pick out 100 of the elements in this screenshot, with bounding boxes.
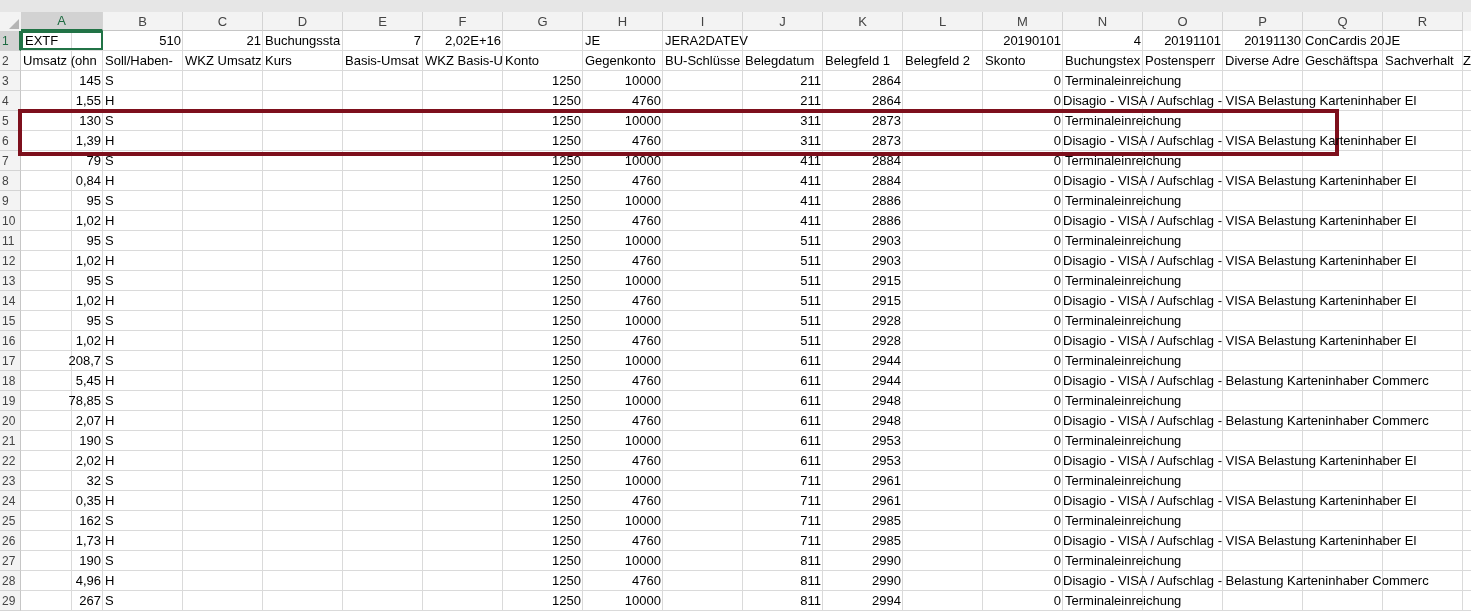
cell-value: 0: [1053, 573, 1061, 588]
column-header[interactable]: A: [21, 12, 103, 31]
row-header[interactable]: 12: [0, 251, 21, 271]
cell-value: Terminaleinreichung: [1065, 73, 1182, 88]
cell-value: WKZ Basis-U: [425, 53, 503, 68]
cell-value: 1,02: [75, 253, 101, 268]
cell-value: 267: [79, 593, 101, 608]
cell-value: 2953: [872, 433, 901, 448]
row-header[interactable]: 20: [0, 411, 21, 431]
cell-value: 811: [800, 573, 821, 588]
row-header[interactable]: 23: [0, 471, 21, 491]
cell-value: 611: [800, 393, 821, 408]
row-header[interactable]: 13: [0, 271, 21, 291]
cell-value: 2,07: [75, 413, 101, 428]
cell-value: Z: [1463, 53, 1471, 68]
cell-value: S: [105, 353, 114, 368]
row-header[interactable]: 10: [0, 211, 21, 231]
row-header[interactable]: 1: [0, 31, 21, 51]
cell-value: 10000: [624, 513, 661, 528]
cell-value: Terminaleinreichung: [1065, 473, 1182, 488]
row-header[interactable]: 2: [0, 51, 21, 71]
cell-value: 2915: [872, 273, 901, 288]
row-header[interactable]: 29: [0, 591, 21, 611]
row-header[interactable]: 15: [0, 311, 21, 331]
row-header[interactable]: 3: [0, 71, 21, 91]
column-header[interactable]: G: [503, 12, 583, 31]
cell-value: 95: [86, 273, 101, 288]
cell-value: BU-Schlüsse: [665, 53, 741, 68]
row-header[interactable]: 8: [0, 171, 21, 191]
cell-value: 1250: [552, 213, 581, 228]
row-header[interactable]: 14: [0, 291, 21, 311]
row-header[interactable]: 19: [0, 391, 21, 411]
cell-value: 20191130: [1244, 33, 1301, 48]
cell-value: 1250: [552, 373, 581, 388]
row-header[interactable]: 26: [0, 531, 21, 551]
row-header[interactable]: 27: [0, 551, 21, 571]
cell-value: 10000: [624, 113, 661, 128]
column-header[interactable]: K: [823, 12, 903, 31]
cell-value: 711: [800, 533, 821, 548]
column-header[interactable]: O: [1143, 12, 1223, 31]
column-header[interactable]: H: [583, 12, 663, 31]
cell-value: 1250: [552, 313, 581, 328]
cell-value: 0: [1053, 333, 1061, 348]
cell-value: 0: [1053, 493, 1061, 508]
cell-value: 1250: [552, 533, 581, 548]
cell-value: Terminaleinreichung: [1065, 553, 1182, 568]
column-header[interactable]: L: [903, 12, 983, 31]
cell-value: 1250: [552, 173, 581, 188]
cell-value: 0: [1053, 553, 1061, 568]
column-header[interactable]: M: [983, 12, 1063, 31]
cell-value: Buchungssta: [265, 33, 341, 48]
column-header[interactable]: N: [1063, 12, 1143, 31]
cell-value: Disagio - VISA / Aufschlag - Belastung Karteninhaber Commerc: [1063, 573, 1429, 588]
row-header[interactable]: 11: [0, 231, 21, 251]
column-header[interactable]: F: [423, 12, 503, 31]
row-header[interactable]: 28: [0, 571, 21, 591]
row-header[interactable]: 4: [0, 91, 21, 111]
cell-value: Disagio - VISA / Aufschlag - VISA Belastung Karteninhaber El: [1063, 213, 1417, 228]
column-header[interactable]: B: [103, 12, 183, 31]
row-header[interactable]: 25: [0, 511, 21, 531]
cell-value: 0,35: [75, 493, 101, 508]
cell-value: 190: [79, 553, 101, 568]
row-header[interactable]: 18: [0, 371, 21, 391]
cell-value: Belegfeld 2: [905, 53, 971, 68]
select-all-icon[interactable]: [9, 19, 19, 29]
row-header[interactable]: 9: [0, 191, 21, 211]
cell-value: 190: [79, 433, 101, 448]
row-header[interactable]: 7: [0, 151, 21, 171]
cell-value: 4760: [632, 453, 661, 468]
cell-value: 2994: [872, 593, 901, 608]
cell-value: 0: [1053, 213, 1061, 228]
cell-value: 10000: [624, 473, 661, 488]
column-header[interactable]: I: [663, 12, 743, 31]
row-header[interactable]: 22: [0, 451, 21, 471]
cell-value: Terminaleinreichung: [1065, 433, 1182, 448]
cell-value: 145: [79, 73, 101, 88]
cell-value: 611: [800, 353, 821, 368]
column-header[interactable]: P: [1223, 12, 1303, 31]
cell-value: 1250: [552, 233, 581, 248]
cell-value: H: [105, 253, 115, 268]
row-header[interactable]: 21: [0, 431, 21, 451]
cell-value: H: [105, 373, 115, 388]
column-header[interactable]: J: [743, 12, 823, 31]
cell-value: 0: [1053, 513, 1061, 528]
cell-value: 4,96: [75, 573, 101, 588]
column-header[interactable]: R: [1383, 12, 1463, 31]
cell-value: 1250: [552, 353, 581, 368]
cell-value: 0: [1053, 253, 1061, 268]
cell-value: 4760: [632, 373, 661, 388]
row-header[interactable]: 17: [0, 351, 21, 371]
column-header[interactable]: E: [343, 12, 423, 31]
row-header[interactable]: 16: [0, 331, 21, 351]
column-header[interactable]: Q: [1303, 12, 1383, 31]
cell-value: 0: [1053, 273, 1061, 288]
row-header[interactable]: 24: [0, 491, 21, 511]
column-header[interactable]: C: [183, 12, 263, 31]
cell-value: 2948: [872, 413, 901, 428]
cell-value: 10000: [624, 313, 661, 328]
cell-value: S: [105, 593, 114, 608]
column-header[interactable]: D: [263, 12, 343, 31]
